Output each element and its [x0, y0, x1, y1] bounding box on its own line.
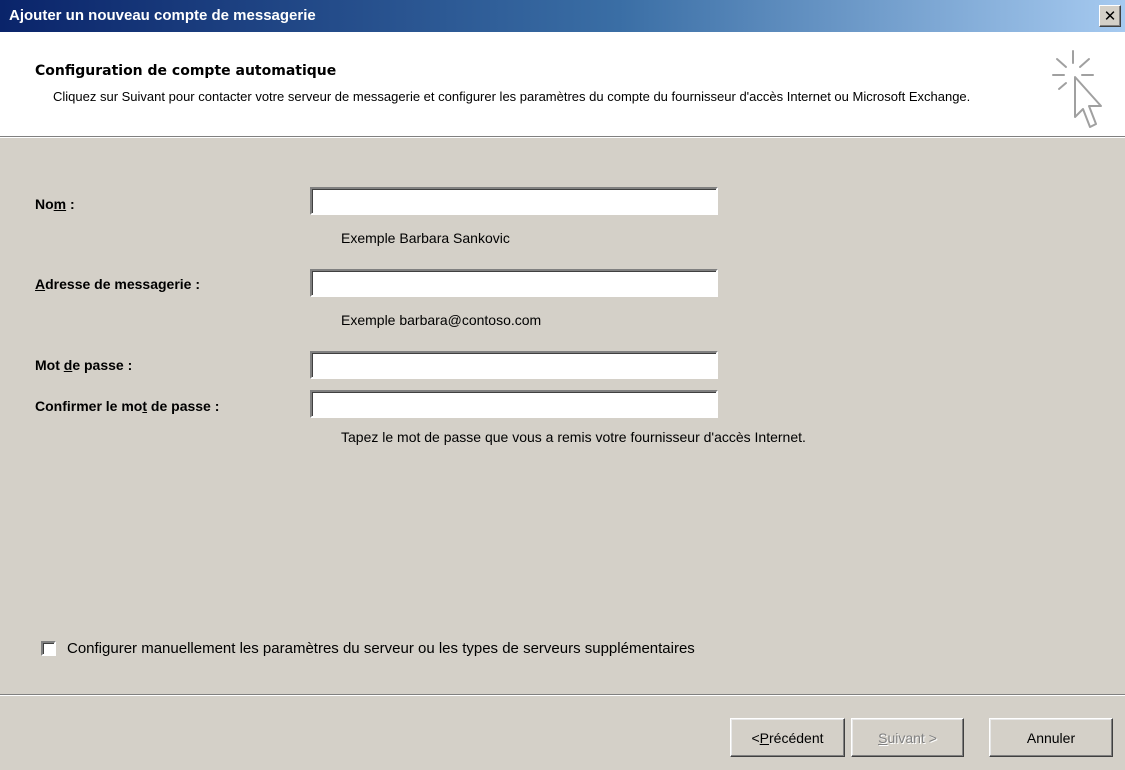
name-label: Nom :: [35, 196, 75, 212]
name-label-text: No: [35, 196, 54, 212]
next-button-accesskey: S: [878, 729, 888, 746]
title-bar: Ajouter un nouveau compte de messagerie …: [0, 0, 1125, 32]
confirm-password-label-suffix: de passe :: [147, 398, 220, 414]
previous-button-accesskey: P: [759, 729, 770, 746]
email-label-suffix: dresse de messagerie :: [45, 276, 200, 292]
email-label: Adresse de messagerie :: [35, 276, 200, 292]
previous-button-prefix: <: [751, 729, 760, 746]
name-example: Exemple Barbara Sankovic: [341, 230, 510, 246]
password-input[interactable]: [310, 351, 718, 379]
password-label-suffix: e passe :: [72, 357, 133, 373]
email-example: Exemple barbara@contoso.com: [341, 312, 542, 328]
confirm-password-input[interactable]: [310, 390, 718, 418]
name-input[interactable]: [310, 187, 718, 215]
cancel-button[interactable]: Annuler: [989, 718, 1113, 757]
email-input[interactable]: [310, 269, 718, 297]
manual-config-label[interactable]: Configurer manuellement les paramètres d…: [67, 640, 695, 657]
header-description: Cliquez sur Suivant pour contacter votre…: [53, 89, 971, 104]
confirm-password-label: Confirmer le mot de passe :: [35, 398, 219, 414]
close-button[interactable]: ✕: [1099, 5, 1121, 27]
header-panel: [0, 32, 1125, 136]
footer-divider-highlight: [0, 695, 1125, 696]
password-label: Mot de passe :: [35, 357, 132, 373]
email-label-accesskey: A: [35, 276, 46, 292]
name-label-accesskey: m: [53, 196, 67, 212]
next-button-label: uivant >: [887, 729, 937, 746]
name-label-suffix: :: [66, 196, 75, 212]
wizard-cursor-icon: [1052, 50, 1102, 128]
previous-button[interactable]: < Précédent: [730, 718, 845, 757]
header-title: Configuration de compte automatique: [35, 63, 337, 79]
password-label-text: Mot: [35, 357, 64, 373]
next-button[interactable]: Suivant >: [851, 718, 964, 757]
manual-config-checkbox[interactable]: [41, 641, 56, 656]
confirm-password-label-text: Confirmer le mo: [35, 398, 143, 414]
password-hint: Tapez le mot de passe que vous a remis v…: [341, 429, 806, 445]
previous-button-label: récédent: [769, 729, 824, 746]
header-divider-highlight: [0, 137, 1125, 138]
close-icon: ✕: [1103, 6, 1117, 25]
cancel-button-label: Annuler: [1026, 729, 1076, 746]
window-title: Ajouter un nouveau compte de messagerie: [9, 7, 316, 24]
